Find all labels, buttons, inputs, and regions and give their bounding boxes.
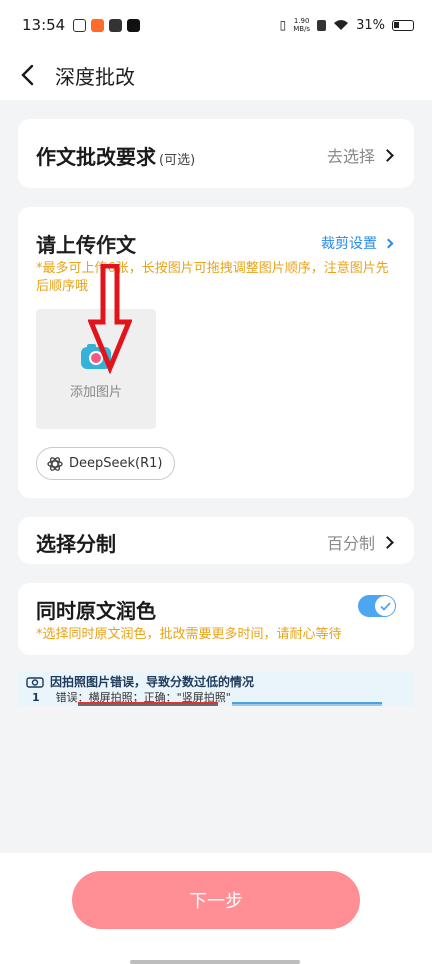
- sim-icon: [317, 19, 327, 31]
- vibrate-icon: ▯: [279, 18, 287, 32]
- app-icon-1: [73, 18, 87, 32]
- wifi-icon: [334, 20, 349, 30]
- banner-photo-right: [232, 702, 382, 706]
- requirements-optional: (可选): [159, 153, 196, 168]
- chevron-right-icon: [381, 148, 394, 162]
- red-arrow-annotation: [88, 264, 132, 374]
- next-step-button[interactable]: 下一步: [72, 871, 360, 929]
- tiktok-icon: [127, 18, 141, 32]
- nav-bar: 深度批改: [0, 50, 432, 100]
- page-title: 深度批改: [55, 64, 135, 89]
- model-label: DeepSeek(R1): [69, 456, 163, 471]
- grading-value: 百分制: [326, 534, 375, 553]
- status-bar: 13:54 ▯ 1.90 MB/s 31%: [0, 0, 432, 50]
- polish-title: 同时原文润色: [36, 599, 156, 623]
- check-icon: [379, 601, 391, 611]
- polish-card: 同时原文润色 *选择同时原文润色，批改需要更多时间，请耐心等待: [18, 583, 414, 655]
- back-button[interactable]: [2, 50, 52, 100]
- banner-heading: 因拍照图片错误，导致分数过低的情况: [50, 675, 255, 689]
- status-time: 13:54: [22, 16, 66, 34]
- add-image-label: 添加图片: [69, 385, 122, 400]
- upload-card: 请上传作文 裁剪设置 *最多可上传6张，长按图片可拖拽调整图片顺序，注意图片先 …: [18, 207, 414, 498]
- choose-requirements-button[interactable]: 去选择: [326, 143, 394, 167]
- bottom-bar: 下一步: [0, 853, 432, 964]
- mail-icon: [109, 18, 123, 32]
- crop-settings-link[interactable]: 裁剪设置: [321, 233, 394, 253]
- atom-icon: [47, 456, 63, 471]
- choose-label: 去选择: [326, 147, 375, 166]
- polish-hint: *选择同时原文润色，批改需要更多时间，请耐心等待: [36, 627, 342, 642]
- net-speed: 1.90 MB/s: [293, 17, 311, 33]
- crop-settings-label: 裁剪设置: [321, 236, 377, 252]
- back-arrow-icon: [21, 64, 34, 86]
- battery-icon: [392, 19, 414, 31]
- camera-outline-icon: [26, 676, 44, 688]
- polish-toggle[interactable]: [358, 595, 396, 617]
- model-selector[interactable]: DeepSeek(R1): [36, 447, 176, 480]
- chevron-right-icon: [381, 535, 394, 549]
- photo-tips-banner[interactable]: 因拍照图片错误，导致分数过低的情况 1 错误：横屏拍照；正确："竖屏拍照": [18, 672, 414, 706]
- banner-photo-wrong: [78, 702, 218, 706]
- banner-number: 1: [32, 690, 40, 704]
- app-icon-2: [91, 18, 105, 32]
- grading-title: 选择分制: [36, 532, 116, 556]
- upload-title: 请上传作文: [36, 233, 136, 257]
- grading-selector[interactable]: 百分制: [326, 530, 394, 554]
- chevron-right-icon: [383, 238, 394, 248]
- upload-hint-line2: 后顺序哦: [36, 279, 89, 294]
- requirements-title: 作文批改要求: [36, 145, 156, 169]
- battery-percent: 31%: [356, 17, 385, 33]
- grading-card[interactable]: 选择分制 百分制: [18, 517, 414, 564]
- home-indicator[interactable]: [130, 960, 300, 964]
- toggle-knob: [375, 596, 395, 616]
- requirements-card[interactable]: 作文批改要求 (可选) 去选择: [18, 119, 414, 188]
